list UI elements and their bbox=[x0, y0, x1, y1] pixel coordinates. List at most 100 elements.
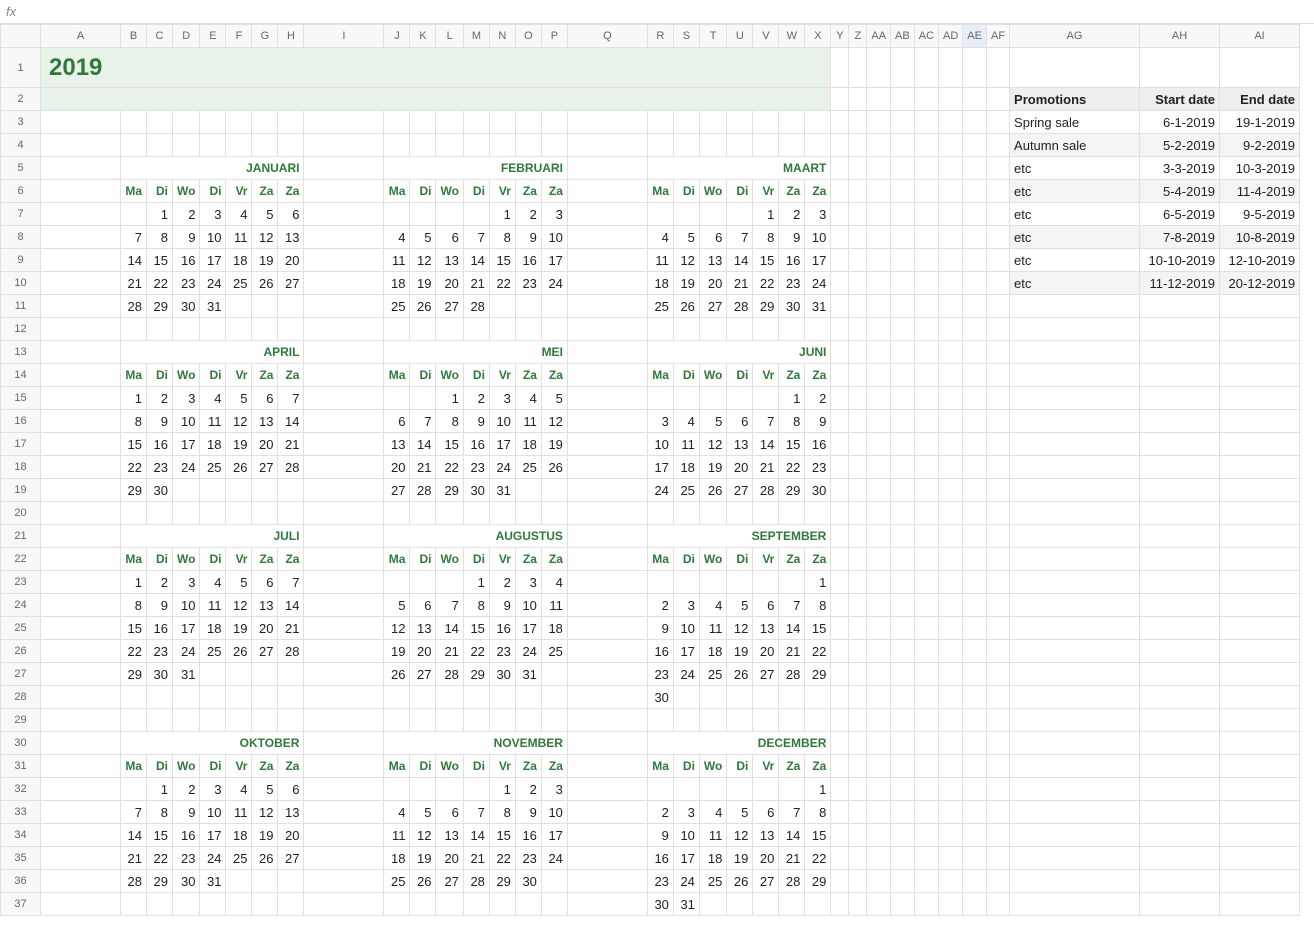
cell[interactable] bbox=[963, 594, 987, 617]
cell[interactable] bbox=[410, 709, 436, 732]
calendar-day[interactable]: 31 bbox=[805, 295, 831, 318]
cell[interactable] bbox=[384, 686, 410, 709]
cell[interactable] bbox=[986, 548, 1009, 571]
cell[interactable] bbox=[304, 272, 384, 295]
calendar-day[interactable]: 6 bbox=[727, 410, 753, 433]
row-header-10[interactable]: 10 bbox=[1, 272, 41, 295]
calendar-day[interactable] bbox=[541, 870, 567, 893]
calendar-day[interactable]: 11 bbox=[226, 226, 252, 249]
cell[interactable] bbox=[304, 594, 384, 617]
calendar-day[interactable]: 4 bbox=[384, 226, 410, 249]
cell[interactable] bbox=[304, 502, 384, 525]
col-header-AG[interactable]: AG bbox=[1010, 25, 1140, 48]
cell[interactable] bbox=[41, 341, 121, 364]
cell[interactable] bbox=[304, 778, 384, 801]
cell[interactable] bbox=[963, 203, 987, 226]
cell[interactable] bbox=[831, 318, 849, 341]
cell[interactable] bbox=[914, 663, 938, 686]
cell[interactable] bbox=[304, 732, 384, 755]
cell[interactable] bbox=[939, 571, 963, 594]
cell[interactable] bbox=[939, 755, 963, 778]
cell[interactable] bbox=[779, 318, 805, 341]
calendar-day[interactable]: 27 bbox=[278, 847, 304, 870]
calendar-day[interactable] bbox=[410, 571, 436, 594]
calendar-day[interactable] bbox=[384, 203, 410, 226]
calendar-day[interactable]: 30 bbox=[647, 893, 673, 916]
cell[interactable] bbox=[849, 111, 867, 134]
cell[interactable] bbox=[891, 387, 915, 410]
calendar-day[interactable]: 13 bbox=[278, 226, 304, 249]
cell[interactable] bbox=[939, 640, 963, 663]
cell[interactable] bbox=[41, 893, 121, 916]
cell[interactable] bbox=[914, 479, 938, 502]
calendar-day[interactable]: 27 bbox=[436, 870, 463, 893]
calendar-day[interactable]: 22 bbox=[489, 272, 515, 295]
col-header-Y[interactable]: Y bbox=[831, 25, 849, 48]
cell[interactable] bbox=[436, 134, 463, 157]
cell[interactable] bbox=[831, 594, 849, 617]
cell[interactable] bbox=[567, 203, 647, 226]
cell[interactable] bbox=[939, 548, 963, 571]
calendar-day[interactable]: 14 bbox=[463, 824, 489, 847]
calendar-day[interactable]: 10 bbox=[200, 226, 226, 249]
cell[interactable] bbox=[914, 203, 938, 226]
calendar-day[interactable]: 11 bbox=[226, 801, 252, 824]
row-header-36[interactable]: 36 bbox=[1, 870, 41, 893]
calendar-day[interactable]: 18 bbox=[515, 433, 541, 456]
calendar-day[interactable]: 24 bbox=[173, 640, 200, 663]
calendar-day[interactable]: 24 bbox=[541, 272, 567, 295]
cell[interactable] bbox=[939, 870, 963, 893]
cell[interactable] bbox=[963, 778, 987, 801]
calendar-day[interactable]: 25 bbox=[200, 640, 226, 663]
cell[interactable] bbox=[939, 732, 963, 755]
cell[interactable] bbox=[963, 617, 987, 640]
calendar-day[interactable]: 22 bbox=[463, 640, 489, 663]
calendar-day[interactable] bbox=[252, 870, 278, 893]
cell[interactable] bbox=[831, 410, 849, 433]
calendar-day[interactable]: 13 bbox=[753, 617, 779, 640]
calendar-day[interactable]: 8 bbox=[805, 801, 831, 824]
cell[interactable] bbox=[226, 111, 252, 134]
cell[interactable] bbox=[867, 870, 891, 893]
cell[interactable] bbox=[849, 571, 867, 594]
cell[interactable] bbox=[914, 571, 938, 594]
cell[interactable] bbox=[867, 433, 891, 456]
cell[interactable] bbox=[41, 640, 121, 663]
cell[interactable] bbox=[41, 548, 121, 571]
cell[interactable] bbox=[914, 640, 938, 663]
cell[interactable] bbox=[1140, 295, 1220, 318]
calendar-day[interactable]: 30 bbox=[463, 479, 489, 502]
calendar-day[interactable]: 27 bbox=[278, 272, 304, 295]
cell[interactable] bbox=[963, 502, 987, 525]
calendar-day[interactable]: 22 bbox=[121, 456, 147, 479]
calendar-day[interactable]: 8 bbox=[121, 410, 147, 433]
calendar-day[interactable]: 6 bbox=[753, 594, 779, 617]
cell[interactable] bbox=[986, 134, 1009, 157]
calendar-day[interactable]: 9 bbox=[647, 824, 673, 847]
col-header-B[interactable]: B bbox=[121, 25, 147, 48]
calendar-day[interactable]: 3 bbox=[805, 203, 831, 226]
cell[interactable] bbox=[567, 755, 647, 778]
cell[interactable] bbox=[831, 640, 849, 663]
calendar-day[interactable] bbox=[200, 479, 226, 502]
cell[interactable] bbox=[436, 502, 463, 525]
calendar-day[interactable]: 27 bbox=[436, 295, 463, 318]
cell[interactable] bbox=[515, 134, 541, 157]
calendar-day[interactable]: 1 bbox=[805, 571, 831, 594]
cell[interactable] bbox=[891, 410, 915, 433]
cell[interactable] bbox=[304, 617, 384, 640]
cell[interactable] bbox=[567, 318, 647, 341]
col-header-H[interactable]: H bbox=[278, 25, 304, 48]
calendar-day[interactable]: 1 bbox=[121, 571, 147, 594]
cell[interactable] bbox=[867, 709, 891, 732]
cell[interactable] bbox=[463, 709, 489, 732]
cell[interactable] bbox=[647, 134, 673, 157]
cell[interactable] bbox=[831, 295, 849, 318]
calendar-day[interactable]: 1 bbox=[436, 387, 463, 410]
cell[interactable] bbox=[939, 479, 963, 502]
cell[interactable] bbox=[914, 893, 938, 916]
cell[interactable] bbox=[986, 893, 1009, 916]
calendar-day[interactable]: 7 bbox=[463, 801, 489, 824]
cell[interactable] bbox=[41, 824, 121, 847]
cell[interactable] bbox=[779, 134, 805, 157]
